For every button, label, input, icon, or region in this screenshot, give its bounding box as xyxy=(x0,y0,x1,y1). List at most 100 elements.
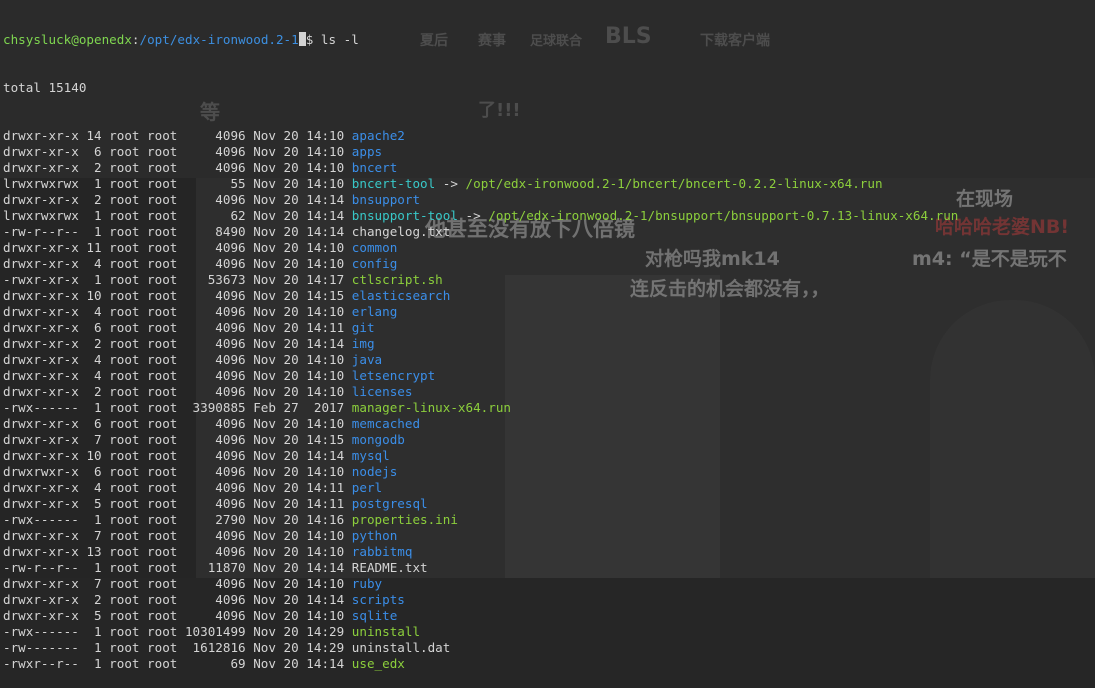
file-metadata: drwxr-xr-x 5 root root 4096 Nov 20 14:11 xyxy=(3,496,352,511)
file-metadata: -rwx------ 1 root root 2790 Nov 20 14:16 xyxy=(3,512,352,527)
listing-row: -rwxr--r-- 1 root root 69 Nov 20 14:14 u… xyxy=(3,656,1093,672)
file-metadata: lrwxrwxrwx 1 root root 55 Nov 20 14:10 xyxy=(3,176,352,191)
listing-row: -rw------- 1 root root 1612816 Nov 20 14… xyxy=(3,640,1093,656)
file-name: mongodb xyxy=(351,432,405,447)
file-metadata: drwxr-xr-x 6 root root 4096 Nov 20 14:10 xyxy=(3,144,352,159)
file-metadata: -rwx------ 1 root root 3390885 Feb 27 20… xyxy=(3,400,352,415)
file-name: bnsupport-tool xyxy=(351,208,458,223)
prompt-line: chsysluck@openedx:/opt/edx-ironwood.2-1 $… xyxy=(3,32,1093,48)
listing-row: drwxr-xr-x 2 root root 4096 Nov 20 14:14… xyxy=(3,592,1093,608)
listing-row: -rw-r--r-- 1 root root 8490 Nov 20 14:14… xyxy=(3,224,1093,240)
listing-row: drwxr-xr-x 10 root root 4096 Nov 20 14:1… xyxy=(3,448,1093,464)
listing-row: -rw-r--r-- 1 root root 11870 Nov 20 14:1… xyxy=(3,560,1093,576)
listing-row: drwxr-xr-x 4 root root 4096 Nov 20 14:11… xyxy=(3,480,1093,496)
file-metadata: drwxr-xr-x 10 root root 4096 Nov 20 14:1… xyxy=(3,288,352,303)
listing-row: drwxr-xr-x 11 root root 4096 Nov 20 14:1… xyxy=(3,240,1093,256)
symlink-target: /opt/edx-ironwood.2-1/bncert/bncert-0.2.… xyxy=(465,176,883,191)
prompt-separator: : xyxy=(131,32,140,47)
file-name: elasticsearch xyxy=(351,288,451,303)
file-name: bncert xyxy=(351,160,398,175)
file-name: changelog.txt xyxy=(351,224,451,239)
file-metadata: drwxr-xr-x 2 root root 4096 Nov 20 14:14 xyxy=(3,592,352,607)
file-name: use_edx xyxy=(351,656,405,671)
file-name: git xyxy=(351,320,375,335)
file-name: sqlite xyxy=(351,608,398,623)
symlink-target: /opt/edx-ironwood.2-1/bnsupport/bnsuppor… xyxy=(488,208,959,223)
file-metadata: drwxr-xr-x 6 root root 4096 Nov 20 14:10 xyxy=(3,416,352,431)
file-name: java xyxy=(351,352,383,367)
file-metadata: -rwx------ 1 root root 10301499 Nov 20 1… xyxy=(3,624,352,639)
listing-row: drwxr-xr-x 4 root root 4096 Nov 20 14:10… xyxy=(3,256,1093,272)
symlink-arrow: -> xyxy=(435,176,466,191)
file-name: licenses xyxy=(351,384,413,399)
file-name: bncert-tool xyxy=(351,176,436,191)
file-name: nodejs xyxy=(351,464,398,479)
file-metadata: drwxr-xr-x 11 root root 4096 Nov 20 14:1… xyxy=(3,240,352,255)
terminal-output[interactable]: chsysluck@openedx:/opt/edx-ironwood.2-1 $… xyxy=(3,0,1093,688)
file-metadata: lrwxrwxrwx 1 root root 62 Nov 20 14:14 xyxy=(3,208,352,223)
file-name: README.txt xyxy=(351,560,428,575)
file-name: rabbitmq xyxy=(351,544,413,559)
file-metadata: drwxr-xr-x 2 root root 4096 Nov 20 14:14 xyxy=(3,336,352,351)
listing-row: drwxr-xr-x 6 root root 4096 Nov 20 14:10… xyxy=(3,416,1093,432)
file-metadata: -rw-r--r-- 1 root root 11870 Nov 20 14:1… xyxy=(3,560,352,575)
file-metadata: drwxr-xr-x 7 root root 4096 Nov 20 14:10 xyxy=(3,528,352,543)
file-metadata: drwxr-xr-x 10 root root 4096 Nov 20 14:1… xyxy=(3,448,352,463)
listing-row: drwxr-xr-x 2 root root 4096 Nov 20 14:10… xyxy=(3,384,1093,400)
listing-row: drwxr-xr-x 4 root root 4096 Nov 20 14:10… xyxy=(3,368,1093,384)
file-name: bnsupport xyxy=(351,192,421,207)
file-name: mysql xyxy=(351,448,390,463)
file-metadata: drwxr-xr-x 2 root root 4096 Nov 20 14:14 xyxy=(3,192,352,207)
listing-row: -rwx------ 1 root root 2790 Nov 20 14:16… xyxy=(3,512,1093,528)
directory-listing: drwxr-xr-x 14 root root 4096 Nov 20 14:1… xyxy=(3,128,1093,672)
file-name: config xyxy=(351,256,398,271)
file-metadata: drwxr-xr-x 4 root root 4096 Nov 20 14:10 xyxy=(3,256,352,271)
listing-row: drwxrwxr-x 6 root root 4096 Nov 20 14:10… xyxy=(3,464,1093,480)
file-name: ruby xyxy=(351,576,383,591)
file-metadata: drwxr-xr-x 4 root root 4096 Nov 20 14:10 xyxy=(3,352,352,367)
file-name: ctlscript.sh xyxy=(351,272,443,287)
file-name: apps xyxy=(351,144,383,159)
file-name: manager-linux-x64.run xyxy=(351,400,512,415)
prompt-path: /opt/edx-ironwood.2-1 xyxy=(139,32,299,47)
file-metadata: -rw-r--r-- 1 root root 8490 Nov 20 14:14 xyxy=(3,224,352,239)
listing-row: lrwxrwxrwx 1 root root 62 Nov 20 14:14 b… xyxy=(3,208,1093,224)
listing-row: -rwx------ 1 root root 10301499 Nov 20 1… xyxy=(3,624,1093,640)
file-name: letsencrypt xyxy=(351,368,436,383)
listing-row: drwxr-xr-x 4 root root 4096 Nov 20 14:10… xyxy=(3,352,1093,368)
file-name: properties.ini xyxy=(351,512,458,527)
file-metadata: drwxr-xr-x 4 root root 4096 Nov 20 14:10 xyxy=(3,304,352,319)
file-metadata: drwxr-xr-x 4 root root 4096 Nov 20 14:11 xyxy=(3,480,352,495)
prompt-symbol: $ xyxy=(305,32,314,47)
listing-row: drwxr-xr-x 14 root root 4096 Nov 20 14:1… xyxy=(3,128,1093,144)
file-name: python xyxy=(351,528,398,543)
file-name: img xyxy=(351,336,375,351)
file-metadata: drwxr-xr-x 4 root root 4096 Nov 20 14:10 xyxy=(3,368,352,383)
file-name: memcached xyxy=(351,416,421,431)
file-name: uninstall xyxy=(351,624,421,639)
file-name: erlang xyxy=(351,304,398,319)
file-metadata: -rw------- 1 root root 1612816 Nov 20 14… xyxy=(3,640,352,655)
file-name: common xyxy=(351,240,398,255)
listing-row: drwxr-xr-x 5 root root 4096 Nov 20 14:10… xyxy=(3,608,1093,624)
listing-row: drwxr-xr-x 10 root root 4096 Nov 20 14:1… xyxy=(3,288,1093,304)
listing-row: drwxr-xr-x 2 root root 4096 Nov 20 14:14… xyxy=(3,336,1093,352)
file-name: apache2 xyxy=(351,128,405,143)
file-metadata: drwxr-xr-x 7 root root 4096 Nov 20 14:10 xyxy=(3,576,352,591)
file-metadata: -rwxr--r-- 1 root root 69 Nov 20 14:14 xyxy=(3,656,352,671)
file-metadata: drwxr-xr-x 2 root root 4096 Nov 20 14:10 xyxy=(3,160,352,175)
listing-row: -rwx------ 1 root root 3390885 Feb 27 20… xyxy=(3,400,1093,416)
file-name: scripts xyxy=(351,592,405,607)
total-line: total 15140 xyxy=(3,80,87,95)
listing-row: drwxr-xr-x 7 root root 4096 Nov 20 14:15… xyxy=(3,432,1093,448)
file-metadata: -rwxr-xr-x 1 root root 53673 Nov 20 14:1… xyxy=(3,272,352,287)
listing-row: drwxr-xr-x 6 root root 4096 Nov 20 14:11… xyxy=(3,320,1093,336)
file-metadata: drwxr-xr-x 2 root root 4096 Nov 20 14:10 xyxy=(3,384,352,399)
file-metadata: drwxr-xr-x 6 root root 4096 Nov 20 14:11 xyxy=(3,320,352,335)
symlink-arrow: -> xyxy=(457,208,489,223)
listing-row: drwxr-xr-x 7 root root 4096 Nov 20 14:10… xyxy=(3,576,1093,592)
file-name: uninstall.dat xyxy=(351,640,451,655)
listing-row: lrwxrwxrwx 1 root root 55 Nov 20 14:10 b… xyxy=(3,176,1093,192)
listing-row: drwxr-xr-x 5 root root 4096 Nov 20 14:11… xyxy=(3,496,1093,512)
listing-row: -rwxr-xr-x 1 root root 53673 Nov 20 14:1… xyxy=(3,272,1093,288)
